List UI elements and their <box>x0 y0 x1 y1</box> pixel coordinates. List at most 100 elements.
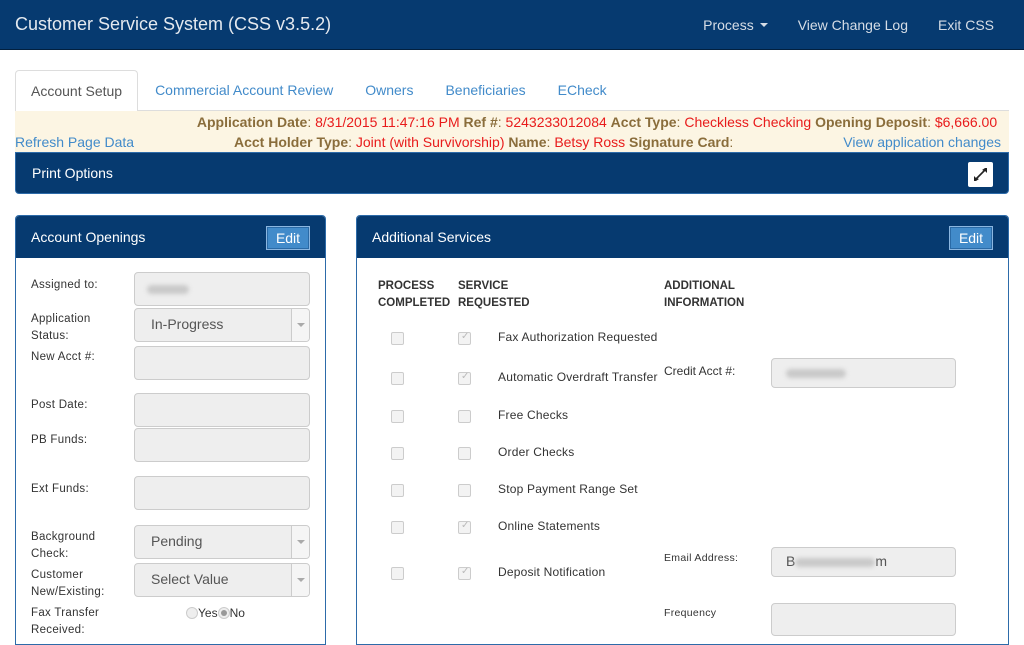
tab-echeck[interactable]: ECheck <box>543 70 622 111</box>
process-completed-checkbox[interactable] <box>391 484 404 497</box>
frequency-label: Frequency <box>664 607 717 619</box>
tab-commercial-account-review[interactable]: Commercial Account Review <box>140 70 348 111</box>
service-label: Stop Payment Range Set <box>498 482 638 496</box>
service-label: Automatic Overdraft Transfer <box>498 370 658 384</box>
credit-acct-field[interactable] <box>771 358 956 388</box>
colon: : <box>497 114 506 130</box>
process-completed-header: PROCESS COMPLETED <box>378 278 450 312</box>
caret-down-icon <box>759 23 768 27</box>
tab-bar: Account Setup Commercial Account Review … <box>15 70 1009 112</box>
fax-transfer-radio-group: Yes No <box>186 606 245 620</box>
customer-new-existing-select[interactable]: Select Value <box>134 563 310 597</box>
colon: : <box>348 134 356 150</box>
application-status-label: Application Status: <box>31 311 91 345</box>
nav-view-change-log[interactable]: View Change Log <box>783 17 923 33</box>
header-line: ADDITIONAL <box>664 280 735 292</box>
fax-transfer-received-label: Fax Transfer Received: <box>31 605 99 639</box>
pb-funds-field[interactable] <box>134 428 310 462</box>
tab-beneficiaries[interactable]: Beneficiaries <box>430 70 540 111</box>
additional-services-panel: Additional Services Edit PROCESS COMPLET… <box>356 215 1009 645</box>
new-acct-field[interactable] <box>134 346 310 380</box>
expand-arrows-icon <box>974 168 987 181</box>
application-status-select[interactable]: In-Progress <box>134 308 310 342</box>
app-title[interactable]: Customer Service System (CSS v3.5.2) <box>15 14 331 35</box>
redacted-value <box>147 284 189 294</box>
post-date-field[interactable] <box>134 393 310 427</box>
application-date-label: Application Date <box>196 114 308 130</box>
email-end: m <box>875 553 888 569</box>
account-openings-edit-button[interactable]: Edit <box>266 226 310 250</box>
service-requested-checkbox[interactable] <box>458 566 471 580</box>
acct-type-value: Checkless Checking <box>684 114 812 130</box>
header-line: COMPLETED <box>378 297 451 309</box>
label-line: New/Existing: <box>31 586 105 598</box>
service-requested-checkbox[interactable] <box>458 371 471 385</box>
label-line: Background <box>31 531 96 543</box>
process-completed-checkbox[interactable] <box>391 372 404 385</box>
dropdown-arrow-icon[interactable] <box>291 526 309 558</box>
assigned-to-label: Assigned to: <box>31 279 98 291</box>
assigned-to-field[interactable] <box>134 272 310 306</box>
process-completed-checkbox[interactable] <box>391 447 404 460</box>
nav-menu: Process View Change Log Exit CSS <box>688 0 1024 50</box>
service-requested-checkbox[interactable] <box>458 331 471 345</box>
account-openings-title: Account Openings <box>31 229 146 245</box>
print-options-panel[interactable]: Print Options <box>15 152 1009 194</box>
nav-process-dropdown[interactable]: Process <box>688 17 783 33</box>
colon: : <box>927 114 935 130</box>
name-label: Name <box>508 134 547 150</box>
top-navbar: Customer Service System (CSS v3.5.2) Pro… <box>0 0 1024 50</box>
new-acct-label: New Acct #: <box>31 351 96 363</box>
view-application-changes-link[interactable]: View application changes <box>843 134 1001 150</box>
acct-type-label: Acct Type <box>610 114 677 130</box>
redacted-value <box>795 557 876 567</box>
additional-services-header: Additional Services Edit <box>357 216 1008 258</box>
ref-label: Ref # <box>463 114 498 130</box>
process-completed-checkbox[interactable] <box>391 332 404 345</box>
tab-account-setup[interactable]: Account Setup <box>15 70 139 112</box>
dropdown-arrow-icon[interactable] <box>291 564 309 596</box>
header-line: INFORMATION <box>664 297 745 309</box>
label-line: Application <box>31 313 91 325</box>
tab-owners[interactable]: Owners <box>350 70 428 111</box>
fax-transfer-no-radio[interactable] <box>217 607 230 619</box>
background-check-select[interactable]: Pending <box>134 525 310 559</box>
process-completed-checkbox[interactable] <box>391 567 404 580</box>
label-line: Fax Transfer <box>31 607 100 619</box>
ref-value: 5243233012084 <box>505 114 607 130</box>
account-openings-header: Account Openings Edit <box>16 216 325 258</box>
service-requested-checkbox[interactable] <box>458 520 471 534</box>
opening-deposit-value: $6,666.00 <box>934 114 998 130</box>
email-address-label: Email Address: <box>664 552 739 564</box>
ext-funds-field[interactable] <box>134 476 310 510</box>
expand-button[interactable] <box>968 162 993 187</box>
header-line: PROCESS <box>378 280 435 292</box>
application-date-value: 8/31/2015 11:47:16 PM <box>315 114 460 130</box>
customer-new-existing-label: Customer New/Existing: <box>31 567 105 601</box>
selected-value: Select Value <box>151 571 229 587</box>
service-label: Online Statements <box>498 519 601 533</box>
process-completed-checkbox[interactable] <box>391 410 404 423</box>
fax-transfer-yes-radio[interactable] <box>186 607 198 619</box>
refresh-page-data-link[interactable]: Refresh Page Data <box>15 134 134 150</box>
label-line: Received: <box>31 624 85 636</box>
service-requested-checkbox[interactable] <box>458 484 471 497</box>
additional-services-title: Additional Services <box>372 229 492 245</box>
dropdown-arrow-icon[interactable] <box>291 309 309 341</box>
nav-exit-css[interactable]: Exit CSS <box>923 17 1024 33</box>
pb-funds-label: PB Funds: <box>31 434 88 446</box>
additional-information-header: ADDITIONAL INFORMATION <box>664 278 744 312</box>
email-address-field[interactable]: Bm <box>771 547 956 577</box>
signature-card-label: Signature Card <box>629 134 730 150</box>
service-requested-header: SERVICE REQUESTED <box>458 278 530 312</box>
process-completed-checkbox[interactable] <box>391 521 404 534</box>
service-requested-checkbox[interactable] <box>458 410 471 423</box>
additional-services-edit-button[interactable]: Edit <box>949 226 993 250</box>
nav-process-label: Process <box>703 17 754 33</box>
frequency-field[interactable] <box>771 603 956 636</box>
application-summary-line: Application Date: 8/31/2015 11:47:16 PM … <box>15 114 1009 130</box>
account-openings-panel: Account Openings Edit Assigned to: Appli… <box>15 215 326 645</box>
label-line: Status: <box>31 330 69 342</box>
service-requested-checkbox[interactable] <box>458 447 471 460</box>
colon: : <box>307 114 316 130</box>
